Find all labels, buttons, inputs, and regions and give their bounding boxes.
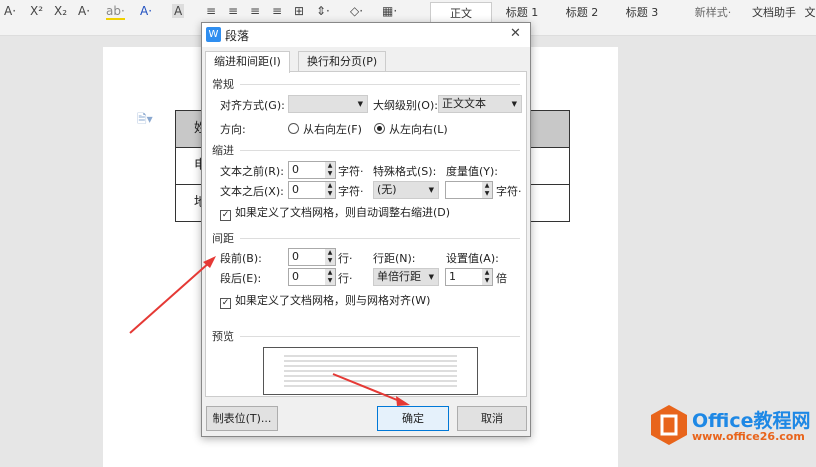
arrow-to-spacing (129, 261, 211, 334)
watermark-url: www.office26.com (692, 430, 805, 443)
arrow-to-ok (332, 373, 403, 403)
office-logo-icon (651, 405, 687, 445)
tab-indent-spacing[interactable]: 缩进和间距(I) (205, 51, 290, 73)
watermark-brand: Office教程网 (692, 410, 811, 432)
annotation-arrows (129, 256, 410, 406)
